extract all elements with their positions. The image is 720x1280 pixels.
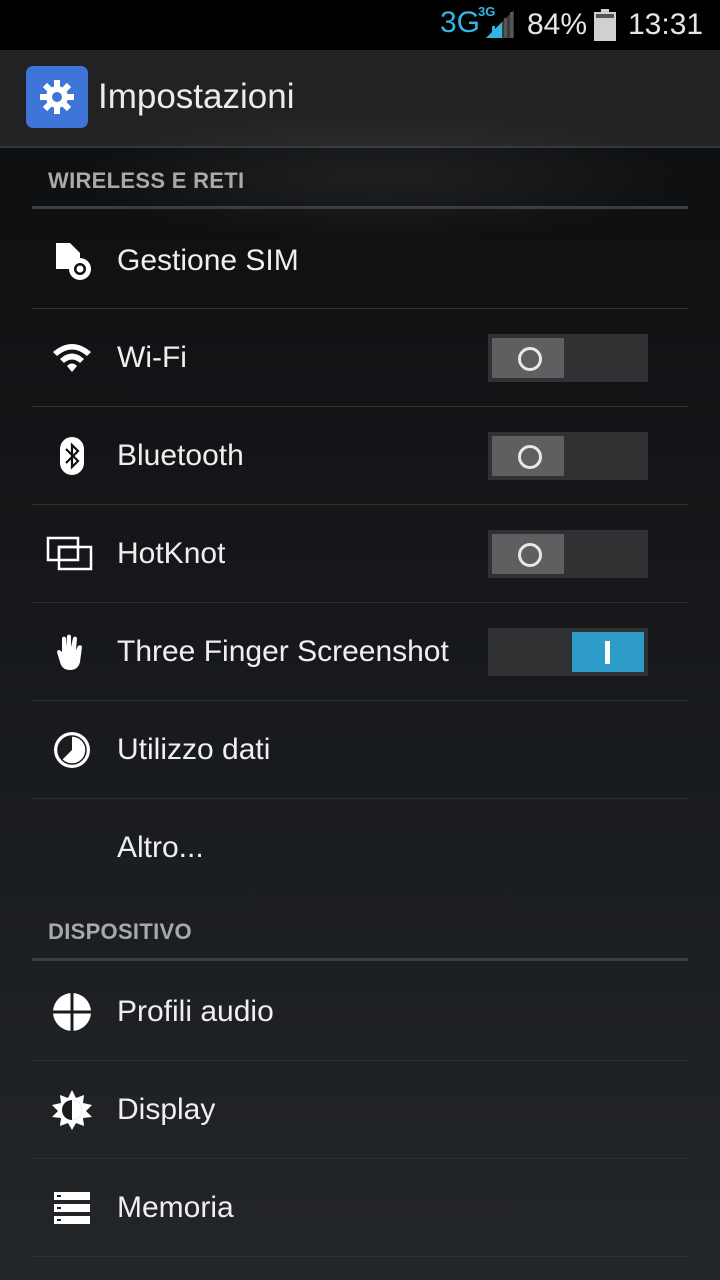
section-header-wireless: WIRELESS E RETI (48, 168, 245, 193)
setting-item-hotknot[interactable]: HotKnot (32, 505, 688, 603)
hotknot-icon (46, 536, 93, 571)
toggle-off-indicator (518, 445, 542, 469)
hotknot-toggle[interactable] (488, 530, 648, 578)
row-divider (32, 1256, 688, 1257)
setting-label: Display (117, 1093, 216, 1126)
settings-gear-icon[interactable] (26, 66, 88, 128)
setting-item-data-usage[interactable]: Utilizzo dati (32, 701, 688, 799)
status-bar: 3G 3G 84% 13:31 (0, 0, 720, 50)
battery-icon (594, 9, 616, 41)
setting-label: HotKnot (117, 537, 226, 570)
data-usage-icon (54, 732, 90, 768)
clock: 13:31 (628, 8, 704, 41)
display-brightness-icon (52, 1090, 92, 1130)
toggle-thumb (492, 436, 564, 476)
wifi-icon (53, 344, 91, 372)
setting-item-bluetooth[interactable]: Bluetooth (32, 407, 688, 505)
wifi-toggle[interactable] (488, 334, 648, 382)
setting-label: Bluetooth (117, 439, 244, 472)
toggle-thumb (492, 534, 564, 574)
toggle-off-indicator (518, 543, 542, 567)
setting-label: Three Finger Screenshot (117, 635, 449, 668)
setting-label: Wi-Fi (117, 341, 187, 374)
three-finger-screenshot-toggle[interactable] (488, 628, 648, 676)
bluetooth-toggle[interactable] (488, 432, 648, 480)
setting-label: Gestione SIM (117, 244, 299, 277)
battery-percentage: 84% (527, 8, 588, 41)
setting-item-audio-profiles[interactable]: Profili audio (32, 963, 688, 1061)
network-type: 3G (440, 6, 481, 39)
toggle-on-indicator (605, 641, 610, 664)
setting-item-more[interactable]: Altro... (32, 799, 688, 897)
setting-item-three-finger-screenshot[interactable]: Three Finger Screenshot (32, 603, 688, 701)
action-bar: Impostazioni (0, 50, 720, 148)
setting-item-sim-management[interactable]: Gestione SIM (32, 212, 688, 310)
sim-card-icon (56, 243, 91, 280)
setting-label: Altro... (117, 831, 204, 864)
signal-strength-icon (486, 10, 514, 38)
page-title: Impostazioni (98, 77, 295, 116)
gear-icon (40, 80, 74, 114)
bluetooth-icon (60, 437, 84, 475)
section-header-device: DISPOSITIVO (48, 919, 192, 944)
setting-item-storage[interactable]: Memoria (32, 1159, 688, 1257)
audio-profiles-icon (52, 992, 92, 1032)
three-finger-hand-icon (57, 634, 82, 670)
setting-item-display[interactable]: Display (32, 1061, 688, 1159)
setting-label: Memoria (117, 1191, 234, 1224)
toggle-thumb (572, 632, 644, 672)
setting-label: Profili audio (117, 995, 274, 1028)
setting-label: Utilizzo dati (117, 733, 271, 766)
storage-icon (54, 1192, 90, 1224)
section-divider (32, 206, 688, 209)
section-divider (32, 958, 688, 961)
toggle-thumb (492, 338, 564, 378)
toggle-off-indicator (518, 347, 542, 371)
setting-item-wifi[interactable]: Wi-Fi (32, 309, 688, 407)
